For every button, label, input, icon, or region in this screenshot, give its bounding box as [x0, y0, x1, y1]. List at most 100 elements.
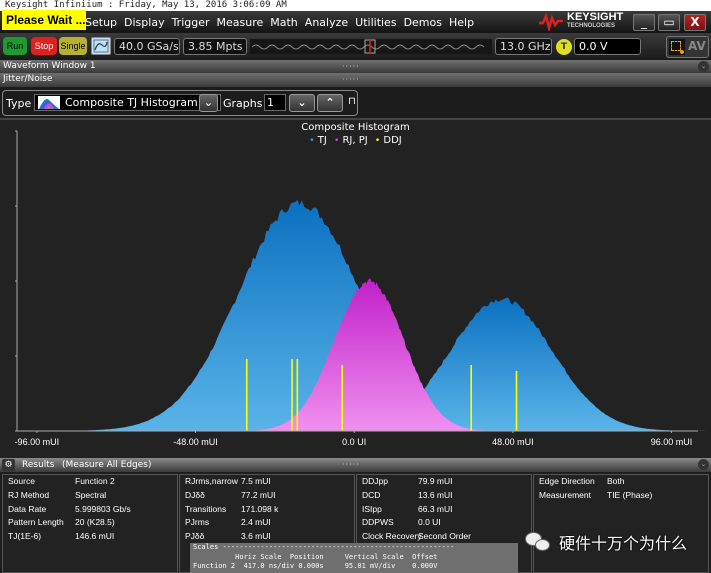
trigger-icon[interactable]: T — [556, 39, 572, 55]
measure-markers-icon[interactable]: AV — [688, 39, 706, 53]
legend-tj: TJ — [317, 135, 327, 146]
result-value: 146.6 mUI — [75, 531, 115, 542]
restore-button[interactable]: ▭ — [658, 14, 680, 31]
result-value: Function 2 — [75, 476, 115, 486]
type-controls-box: Type Composite TJ Histogram ⌄ Graphs 1 ⌄… — [2, 90, 358, 116]
result-value: 2.4 mUI — [241, 517, 271, 528]
result-value: Both — [607, 476, 625, 486]
please-wait-banner: Please Wait ... — [2, 10, 86, 30]
menu-trigger[interactable]: Trigger — [172, 16, 210, 29]
menu-bar: Setup Display Trigger Measure Math Analy… — [0, 11, 711, 33]
collapse-icon[interactable]: ⌄ — [698, 61, 709, 72]
type-dropdown-button[interactable]: ⌄ — [199, 94, 218, 112]
menu-setup[interactable]: Setup — [85, 16, 117, 29]
wechat-icon — [525, 532, 551, 552]
zoom-box-icon[interactable] — [669, 39, 685, 55]
legend-ddj: DDJ — [383, 135, 402, 146]
x-tick-label: 96.00 mUI — [650, 437, 693, 447]
result-label: PJδδ — [185, 531, 205, 542]
results-mode: (Measure All Edges) — [62, 460, 152, 470]
panel-grip[interactable]: ····· — [342, 73, 360, 86]
menu-analyze[interactable]: Analyze — [305, 16, 348, 29]
menu-math[interactable]: Math — [270, 16, 298, 29]
menu-demos[interactable]: Demos — [404, 16, 442, 29]
sample-rate-field[interactable]: 40.0 GSa/s — [114, 38, 180, 55]
result-label: DDPWS — [362, 517, 394, 528]
result-label: Source — [8, 476, 35, 486]
result-label: PJrms — [185, 517, 210, 528]
menu-measure[interactable]: Measure — [217, 16, 264, 29]
scales-line-1: Scales ---------------------------------… — [193, 543, 455, 551]
jitter-controls: Type Composite TJ Histogram ⌄ Graphs 1 ⌄… — [0, 87, 711, 118]
menu-display[interactable]: Display — [124, 16, 165, 29]
x-tick-label: -48.00 mUI — [173, 437, 218, 447]
jitter-noise-header: Jitter/Noise ····· — [0, 73, 711, 87]
x-tick-label: 48.00 mUI — [492, 437, 534, 447]
type-select[interactable]: Composite TJ Histogram — [34, 94, 221, 111]
window-title: Keysight Infiniium : Friday, May 13, 201… — [0, 0, 711, 11]
result-value: TIE (Phase) — [607, 489, 653, 500]
watermark: 硬件十万个为什么 — [525, 530, 687, 554]
panel-grip[interactable]: ····· — [342, 60, 360, 73]
result-label: ISIpp — [362, 503, 382, 514]
logo-main-text: KEYSIGHT — [567, 11, 624, 23]
graphs-increment-button[interactable]: ⌃ — [317, 94, 343, 112]
minimize-button[interactable]: _ — [633, 14, 655, 31]
result-value: 5.999803 Gb/s — [75, 503, 131, 514]
result-label: DCD — [362, 489, 381, 500]
menu-utilities[interactable]: Utilities — [355, 16, 396, 29]
watermark-text: 硬件十万个为什么 — [559, 534, 688, 553]
result-value: Spectral — [75, 489, 107, 500]
pin-icon[interactable]: ⊓ — [348, 96, 356, 107]
results-header: ⚙ Results (Measure All Edges) ····· ⌄ — [0, 458, 711, 472]
waveform-overview-icon — [251, 39, 485, 54]
memory-depth-field[interactable]: 3.85 Mpts — [183, 38, 247, 55]
scales-readout: Scales ---------------------------------… — [190, 543, 518, 573]
trigger-level-field[interactable]: 0.0 V — [574, 38, 641, 55]
bandwidth-field[interactable]: 13.0 GHz — [495, 38, 552, 55]
result-value: 66.3 mUI — [418, 503, 453, 514]
panel-grip[interactable]: ····· — [342, 458, 360, 472]
gear-icon[interactable]: ⚙ — [2, 459, 15, 471]
result-label: RJrms,narrow — [185, 476, 238, 486]
jitter-noise-title: Jitter/Noise — [3, 74, 53, 84]
graphs-decrement-button[interactable]: ⌄ — [289, 94, 315, 112]
result-value: 13.6 mUI — [418, 489, 453, 500]
waveform-window-header: Waveform Window 1 ····· ⌄ — [0, 60, 711, 73]
scales-line-2: Horiz Scale Position Vertical Scale Offs… — [193, 552, 438, 561]
close-button[interactable]: X — [684, 14, 706, 31]
chart-legend: • TJ • RJ, PJ • DDJ — [0, 135, 711, 146]
menu: Setup Display Trigger Measure Math Analy… — [85, 11, 481, 33]
graphs-label: Graphs — [223, 97, 263, 110]
legend-dot-ddj: • — [374, 136, 381, 146]
result-label: RJ Method — [8, 489, 50, 500]
result-label: Data Rate — [8, 503, 47, 514]
result-value: 0.0 UI — [418, 517, 441, 528]
result-label: TJ(1E-6) — [8, 531, 42, 542]
result-label: Edge Direction — [539, 476, 595, 486]
result-label: Measurement — [539, 489, 591, 500]
autoscale-icon — [93, 39, 109, 53]
graphs-input[interactable]: 1 — [264, 94, 286, 111]
single-button[interactable]: Single — [59, 37, 87, 55]
result-label: Transitions — [185, 503, 227, 514]
zoom-tools: AV — [666, 36, 709, 58]
keysight-wave-icon — [539, 13, 563, 31]
menu-help[interactable]: Help — [449, 16, 474, 29]
horizontal-position-bar[interactable] — [250, 39, 492, 54]
run-button[interactable]: Run — [3, 37, 27, 55]
result-label: Pattern Length — [8, 517, 64, 528]
result-value: 7.5 mUI — [241, 476, 271, 486]
result-label: DDJpp — [362, 476, 388, 486]
collapse-icon[interactable]: ⌄ — [698, 459, 709, 470]
result-label: Clock Recovery — [362, 531, 422, 542]
result-value: 3.6 mUI — [241, 531, 271, 542]
keysight-logo: KEYSIGHT TECHNOLOGIES — [538, 11, 624, 31]
results-title: Results — [22, 460, 55, 470]
result-value: 20 (K28.5) — [75, 517, 115, 528]
stop-button[interactable]: Stop — [31, 37, 57, 55]
chart-area: Composite Histogram • TJ • RJ, PJ • DDJ — [0, 118, 711, 458]
autoscale-button[interactable] — [91, 37, 111, 55]
result-value: 171.098 k — [241, 503, 279, 514]
result-value: Second Order — [418, 531, 471, 542]
